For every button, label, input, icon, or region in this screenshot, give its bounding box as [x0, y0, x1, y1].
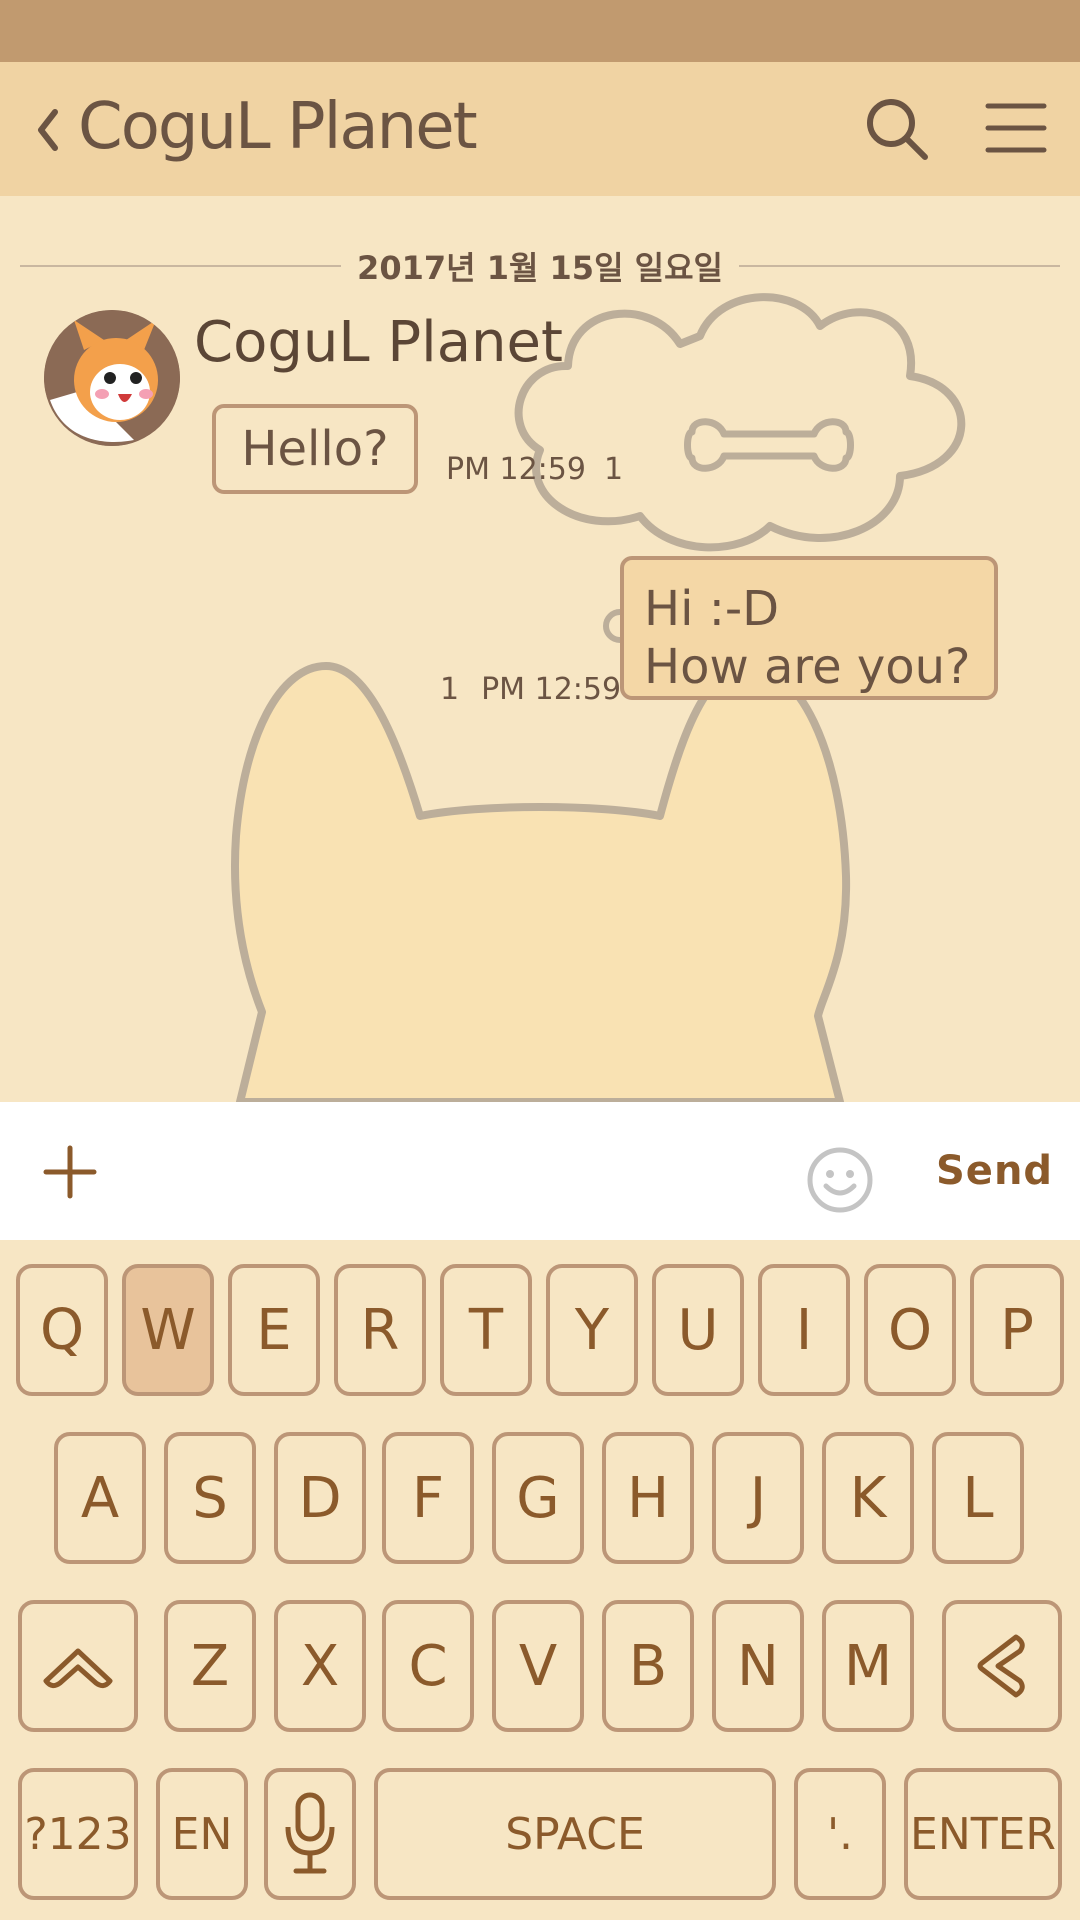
search-button[interactable] [862, 94, 932, 164]
key-b[interactable]: B [602, 1600, 694, 1732]
voice-input-key[interactable] [264, 1768, 356, 1900]
key-a[interactable]: A [54, 1432, 146, 1564]
emoticon-button[interactable] [806, 1146, 874, 1214]
key-l[interactable]: L [932, 1432, 1024, 1564]
unread-count: 1 [603, 452, 624, 487]
backspace-icon [977, 1634, 1025, 1698]
smiley-icon [807, 1147, 873, 1213]
key-r[interactable]: R [334, 1264, 426, 1396]
status-bar [0, 0, 1080, 62]
key-x[interactable]: X [274, 1600, 366, 1732]
key-d[interactable]: D [274, 1432, 366, 1564]
microphone-icon [285, 1792, 335, 1874]
key-t[interactable]: T [440, 1264, 532, 1396]
sender-name: CoguL Planet [194, 310, 563, 375]
menu-button[interactable] [984, 98, 1048, 158]
key-j[interactable]: J [712, 1432, 804, 1564]
outgoing-message-meta: 1 PM 12:59 [440, 672, 621, 707]
send-button[interactable]: Send [936, 1148, 1053, 1194]
language-key[interactable]: EN [156, 1768, 248, 1900]
key-e[interactable]: E [228, 1264, 320, 1396]
outgoing-message-bubble[interactable]: Hi :-D How are you? [620, 556, 998, 700]
key-m[interactable]: M [822, 1600, 914, 1732]
key-p[interactable]: P [970, 1264, 1064, 1396]
enter-key[interactable]: ENTER [904, 1768, 1062, 1900]
key-i[interactable]: I [758, 1264, 850, 1396]
key-k[interactable]: K [822, 1432, 914, 1564]
key-q[interactable]: Q [16, 1264, 108, 1396]
key-f[interactable]: F [382, 1432, 474, 1564]
key-y[interactable]: Y [546, 1264, 638, 1396]
message-time: PM 12:59 [481, 672, 622, 707]
key-z[interactable]: Z [164, 1600, 256, 1732]
unread-count: 1 [440, 672, 460, 707]
key-h[interactable]: H [602, 1432, 694, 1564]
message-input-bar[interactable]: Send [0, 1102, 1080, 1240]
punctuation-key[interactable]: '. [794, 1768, 886, 1900]
plus-icon [43, 1145, 97, 1199]
date-divider: 2017년 1월 15일 일요일 [20, 246, 1061, 287]
incoming-message-bubble[interactable]: Hello? [212, 404, 418, 494]
key-c[interactable]: C [382, 1600, 474, 1732]
key-s[interactable]: S [164, 1432, 256, 1564]
space-key[interactable]: SPACE [374, 1768, 776, 1900]
message-line: Hi :-D [644, 581, 780, 637]
avatar[interactable] [44, 310, 180, 446]
numbers-key[interactable]: ?123 [18, 1768, 138, 1900]
key-u[interactable]: U [652, 1264, 744, 1396]
shift-arrow-icon [43, 1648, 113, 1689]
key-n[interactable]: N [712, 1600, 804, 1732]
hamburger-menu-icon [985, 103, 1047, 153]
chat-area[interactable]: 2017년 1월 15일 일요일 CoguL Planet Hello? PM … [0, 196, 1080, 1102]
attach-button[interactable] [42, 1144, 98, 1200]
key-v[interactable]: V [492, 1600, 584, 1732]
corgi-avatar-icon [44, 310, 180, 446]
chat-header: CoguL Planet [0, 62, 1080, 196]
back-button[interactable] [28, 100, 68, 160]
shift-key[interactable] [18, 1600, 138, 1732]
key-g[interactable]: G [492, 1432, 584, 1564]
incoming-message-meta: PM 12:59 1 [446, 452, 623, 487]
message-time: PM 12:59 [446, 452, 586, 487]
keyboard: Q W E R T Y U I O P A S D F G H J K L Z … [0, 1240, 1080, 1920]
key-w[interactable]: W [122, 1264, 214, 1396]
key-o[interactable]: O [864, 1264, 956, 1396]
search-icon [867, 99, 928, 160]
chevron-left-icon [38, 109, 58, 151]
backspace-key[interactable] [942, 1600, 1062, 1732]
message-line: How are you? [644, 639, 971, 695]
chat-title: CoguL Planet [78, 90, 478, 164]
date-label: 2017년 1월 15일 일요일 [357, 249, 723, 287]
